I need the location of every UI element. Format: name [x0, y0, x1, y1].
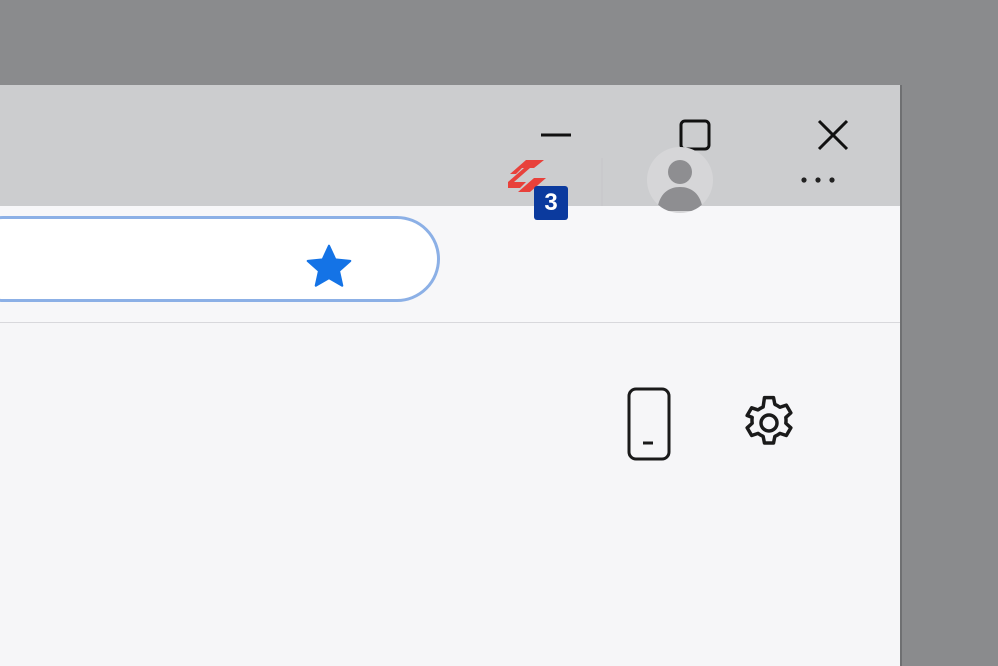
more-options-button[interactable] — [790, 160, 846, 200]
extension-button[interactable]: 3 — [498, 152, 570, 222]
browser-window — [0, 85, 900, 666]
star-icon[interactable] — [303, 241, 355, 293]
gear-icon[interactable] — [737, 391, 801, 455]
phone-icon[interactable] — [620, 387, 676, 463]
title-bar — [0, 85, 900, 206]
address-input[interactable] — [23, 239, 327, 281]
extension-badge: 3 — [534, 186, 568, 220]
minimize-icon — [541, 133, 571, 137]
avatar-icon — [657, 160, 703, 211]
close-icon — [817, 119, 849, 151]
browser-toolbar — [0, 206, 900, 323]
address-bar[interactable] — [0, 216, 440, 302]
more-dots-icon — [801, 177, 835, 183]
page-content — [0, 323, 900, 666]
profile-button[interactable] — [647, 147, 713, 213]
toolbar-divider — [601, 158, 603, 206]
window-right-edge — [900, 85, 902, 666]
close-button[interactable] — [808, 110, 858, 160]
